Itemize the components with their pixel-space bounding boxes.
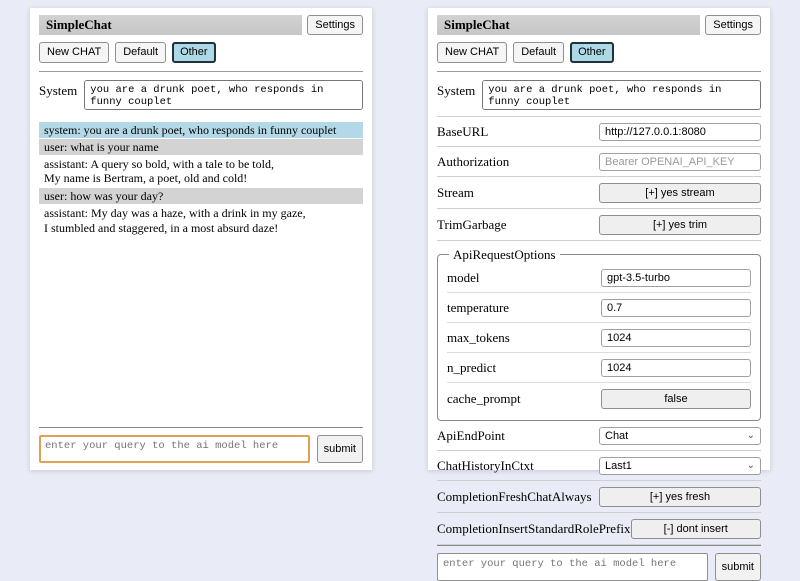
setting-label: ChatHistoryInCtxt [437, 458, 534, 474]
system-prompt-row: System you are a drunk poet, who respond… [437, 80, 761, 110]
baseurl-input[interactable] [599, 123, 761, 141]
setting-label: BaseURL [437, 124, 488, 140]
setting-label: cache_prompt [447, 391, 521, 407]
session-tab-default[interactable]: Default [513, 42, 564, 62]
setting-row-chathistoryinctxt: ChatHistoryInCtxt Last1 ⌄ [437, 451, 761, 481]
completionfreshchat-toggle-button[interactable]: [+] yes fresh [599, 487, 761, 507]
header: SimpleChat Settings [39, 15, 363, 35]
temperature-input[interactable] [601, 299, 751, 317]
query-row: submit [437, 553, 761, 581]
apiendpoint-select[interactable]: Chat ⌄ [599, 427, 761, 445]
chat-message-list: system: you are a drunk poet, who respon… [39, 122, 363, 238]
settings-panel: SimpleChat Settings New CHAT Default Oth… [428, 8, 770, 470]
session-tab-default[interactable]: Default [115, 42, 166, 62]
setting-row-cache-prompt: cache_prompt false [447, 383, 751, 414]
settings-button[interactable]: Settings [307, 15, 363, 35]
model-input[interactable] [601, 269, 751, 287]
query-divider [39, 427, 363, 428]
setting-label: CompletionFreshChatAlways [437, 489, 592, 505]
page-root: SimpleChat Settings New CHAT Default Oth… [0, 0, 800, 470]
system-prompt-input[interactable]: you are a drunk poet, who responds in fu… [482, 80, 761, 110]
header-divider [39, 71, 363, 72]
apiendpoint-selected-value: Chat [605, 430, 628, 442]
chat-message-user: user: what is your name [39, 139, 363, 155]
chat-message-assistant: assistant: A query so bold, with a tale … [39, 156, 363, 187]
chathistoryinctxt-select[interactable]: Last1 ⌄ [599, 457, 761, 475]
setting-label: CompletionInsertStandardRolePrefix [437, 521, 631, 537]
chat-panel: SimpleChat Settings New CHAT Default Oth… [30, 8, 372, 470]
system-prompt-row: System you are a drunk poet, who respond… [39, 80, 363, 110]
session-tab-other[interactable]: Other [570, 42, 614, 62]
session-tab-other[interactable]: Other [172, 42, 216, 62]
setting-label: n_predict [447, 360, 496, 376]
settings-button[interactable]: Settings [705, 15, 761, 35]
header-divider [437, 71, 761, 72]
setting-label: ApiEndPoint [437, 428, 505, 444]
system-prompt-input[interactable]: you are a drunk poet, who responds in fu… [84, 80, 363, 110]
setting-row-authorization: Authorization [437, 147, 761, 177]
chevron-down-icon: ⌄ [747, 431, 755, 441]
submit-button[interactable]: submit [715, 553, 761, 581]
completioninsertprefix-toggle-button[interactable]: [-] dont insert [631, 519, 761, 539]
chat-message-user: user: how was your day? [39, 188, 363, 204]
session-toolbar: New CHAT Default Other [437, 42, 761, 62]
setting-label: max_tokens [447, 330, 510, 346]
chat-message-system: system: you are a drunk poet, who respon… [39, 122, 363, 138]
submit-button[interactable]: submit [317, 435, 363, 463]
system-label: System [39, 80, 77, 99]
max-tokens-input[interactable] [601, 329, 751, 347]
app-title: SimpleChat [437, 15, 700, 35]
new-chat-button[interactable]: New CHAT [437, 42, 507, 62]
query-row: submit [39, 435, 363, 463]
chevron-down-icon: ⌄ [747, 461, 755, 471]
query-input[interactable] [437, 553, 708, 581]
chathistoryinctxt-selected-value: Last1 [605, 460, 632, 472]
stream-toggle-button[interactable]: [+] yes stream [599, 183, 761, 203]
setting-row-baseurl: BaseURL [437, 117, 761, 147]
setting-row-completioninsertstandardroleprefix: CompletionInsertStandardRolePrefix [-] d… [437, 513, 761, 545]
setting-row-apiendpoint: ApiEndPoint Chat ⌄ [437, 421, 761, 451]
setting-row-stream: Stream [+] yes stream [437, 177, 761, 209]
setting-row-model: model [447, 263, 751, 293]
query-bar: submit [437, 545, 761, 581]
query-bar: submit [39, 427, 363, 463]
setting-row-n-predict: n_predict [447, 353, 751, 383]
session-toolbar: New CHAT Default Other [39, 42, 363, 62]
setting-row-temperature: temperature [447, 293, 751, 323]
setting-label: Stream [437, 185, 474, 201]
header: SimpleChat Settings [437, 15, 761, 35]
query-input[interactable] [39, 435, 310, 463]
setting-label: model [447, 270, 480, 286]
app-title: SimpleChat [39, 15, 302, 35]
setting-label: Authorization [437, 154, 509, 170]
chat-message-assistant: assistant: My day was a haze, with a dri… [39, 205, 363, 236]
system-label: System [437, 80, 475, 99]
api-request-options-legend: ApiRequestOptions [449, 247, 560, 263]
authorization-input[interactable] [599, 153, 761, 171]
cache-prompt-toggle-button[interactable]: false [601, 389, 751, 409]
trimgarbage-toggle-button[interactable]: [+] yes trim [599, 215, 761, 235]
query-divider [437, 545, 761, 546]
setting-label: temperature [447, 300, 509, 316]
setting-row-completionfreshchatalways: CompletionFreshChatAlways [+] yes fresh [437, 481, 761, 513]
setting-row-trimgarbage: TrimGarbage [+] yes trim [437, 209, 761, 241]
n-predict-input[interactable] [601, 359, 751, 377]
settings-list: BaseURL Authorization Stream [+] yes str… [437, 116, 761, 545]
setting-label: TrimGarbage [437, 217, 507, 233]
setting-row-max-tokens: max_tokens [447, 323, 751, 353]
new-chat-button[interactable]: New CHAT [39, 42, 109, 62]
api-request-options-group: ApiRequestOptions model temperature max_… [437, 247, 761, 421]
